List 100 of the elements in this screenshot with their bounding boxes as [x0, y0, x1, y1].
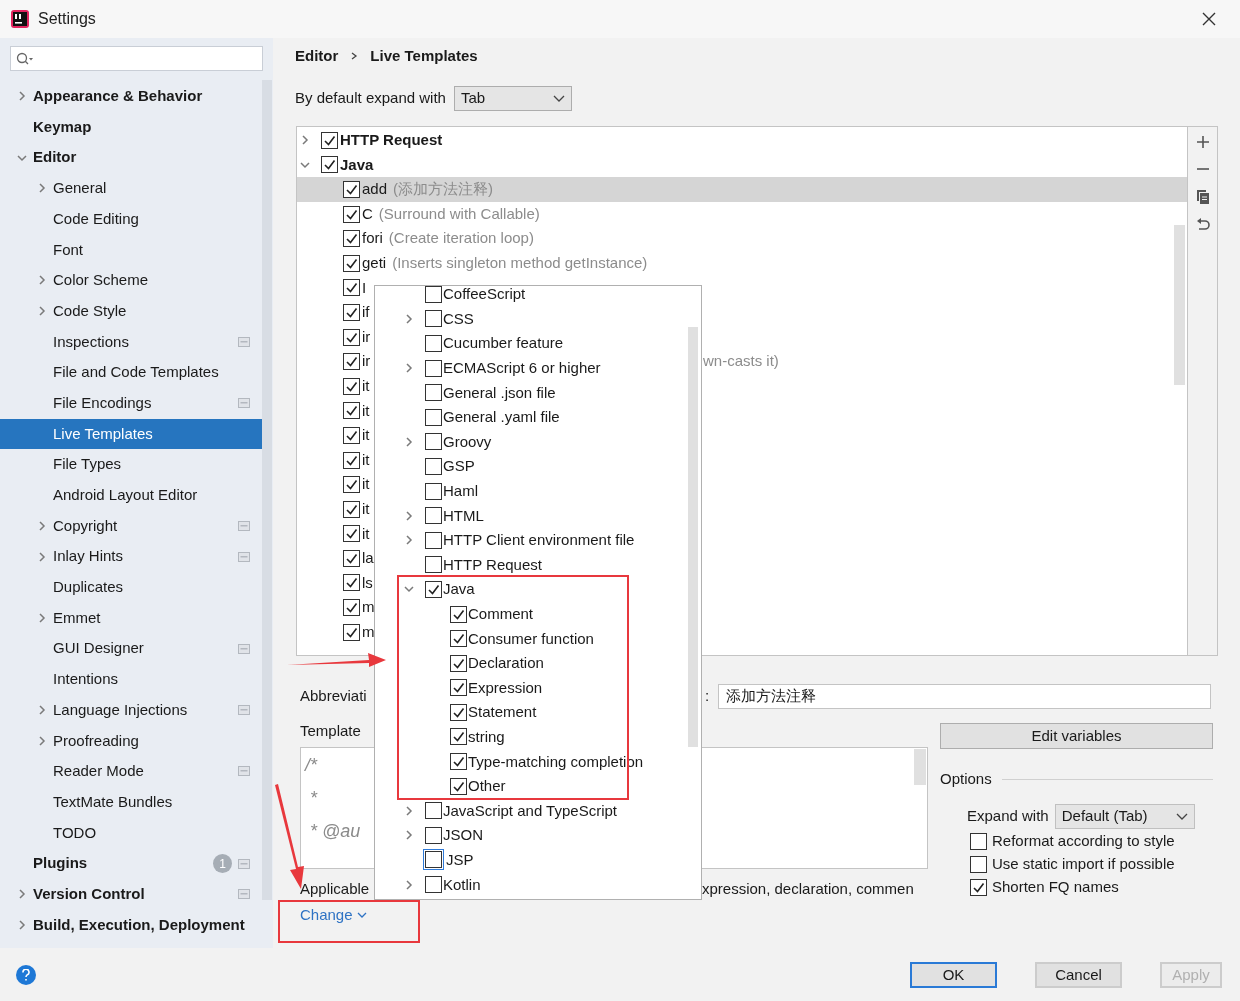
collapsed-chevron-icon[interactable]	[37, 551, 47, 562]
sidebar-item[interactable]: Inlay Hints	[0, 541, 262, 572]
item-label[interactable]: Duplicates	[53, 576, 250, 599]
checkbox[interactable]	[343, 525, 360, 543]
scrollbar[interactable]	[1174, 225, 1185, 385]
sidebar-item[interactable]: Reader Mode	[0, 756, 262, 787]
checkbox[interactable]	[970, 833, 987, 850]
context-item[interactable]: Expression	[468, 678, 543, 697]
context-item[interactable]: Statement	[468, 703, 537, 722]
item-label[interactable]: Copyright	[53, 514, 238, 538]
template-group-row[interactable]: HTTP Request	[297, 128, 1187, 153]
context-item[interactable]: JSP	[446, 850, 474, 869]
search-field[interactable]	[10, 46, 263, 71]
collapsed-chevron-icon[interactable]	[37, 520, 47, 531]
context-item[interactable]: JavaScript and TypeScript	[443, 801, 617, 820]
checkbox[interactable]	[343, 328, 360, 346]
help-icon[interactable]	[16, 964, 36, 985]
collapsed-chevron-icon[interactable]	[17, 91, 27, 102]
undo-icon[interactable]	[1195, 218, 1210, 232]
checkbox[interactable]	[425, 482, 442, 500]
item-label[interactable]: General	[53, 177, 250, 200]
checkbox[interactable]	[425, 384, 442, 402]
checkbox[interactable]	[425, 531, 442, 549]
sidebar-item[interactable]: Duplicates	[0, 572, 262, 603]
item-label[interactable]: Code Style	[53, 299, 250, 323]
checkbox[interactable]	[343, 623, 360, 641]
context-item[interactable]: HTTP Client environment file	[443, 531, 635, 550]
sidebar-item[interactable]: File and Code Templates	[0, 357, 262, 388]
collapsed-chevron-icon[interactable]	[37, 306, 47, 317]
checkbox[interactable]	[343, 451, 360, 469]
checkbox[interactable]	[343, 500, 360, 518]
checkbox[interactable]	[425, 310, 442, 328]
item-label[interactable]: Inspections	[53, 330, 238, 354]
sidebar-item[interactable]: Keymap	[0, 111, 262, 143]
collapsed-chevron-icon[interactable]	[300, 135, 310, 146]
checkbox[interactable]	[343, 426, 360, 444]
collapsed-chevron-icon[interactable]	[404, 313, 414, 324]
context-item[interactable]: CSS	[443, 309, 474, 328]
collapsed-chevron-icon[interactable]	[37, 275, 47, 286]
sidebar-item[interactable]: Inspections	[0, 326, 262, 358]
item-label[interactable]: Color Scheme	[53, 269, 250, 292]
collapsed-chevron-icon[interactable]	[37, 705, 47, 716]
sidebar-item[interactable]: GUI Designer	[0, 633, 262, 665]
context-item[interactable]: Consumer function	[468, 629, 594, 648]
collapsed-chevron-icon[interactable]	[37, 183, 47, 194]
checkbox[interactable]	[343, 254, 360, 272]
checkbox[interactable]	[425, 802, 442, 820]
checkbox[interactable]	[425, 359, 442, 377]
sidebar-item[interactable]: Color Scheme	[0, 265, 262, 296]
sidebar-item[interactable]: Android Layout Editor	[0, 479, 262, 511]
sidebar-item[interactable]: TextMate Bundles	[0, 786, 262, 818]
context-item[interactable]: Declaration	[468, 654, 544, 673]
edit-variables-button[interactable]: Edit variables	[940, 723, 1213, 749]
checkbox[interactable]	[450, 605, 467, 623]
context-item[interactable]: Groovy	[443, 432, 492, 451]
scrollbar[interactable]	[262, 80, 272, 900]
checkbox[interactable]	[343, 402, 360, 420]
group-label[interactable]: HTTP Request	[340, 129, 443, 152]
checkbox-label[interactable]: Use static import if possible	[992, 853, 1175, 876]
checkbox[interactable]	[450, 753, 467, 771]
checkbox-label[interactable]: Reformat according to style	[992, 830, 1175, 853]
sidebar-item[interactable]: Editor	[0, 142, 262, 174]
item-label[interactable]: Font	[53, 238, 250, 262]
dialog-button[interactable]: OK	[910, 961, 997, 988]
sidebar-item[interactable]: File Encodings	[0, 387, 262, 419]
context-item[interactable]: Comment	[468, 605, 534, 623]
checkbox-label[interactable]: Shorten FQ names	[992, 876, 1119, 899]
add-icon[interactable]	[1195, 135, 1210, 149]
checkbox[interactable]	[425, 876, 442, 894]
context-item[interactable]: GSP	[443, 457, 475, 476]
checkbox[interactable]	[450, 728, 467, 746]
item-label[interactable]: TODO	[53, 821, 250, 845]
item-label[interactable]: GUI Designer	[53, 637, 238, 660]
checkbox[interactable]	[425, 556, 442, 574]
sidebar-item[interactable]: Version Control	[0, 878, 262, 910]
close-icon[interactable]	[1202, 12, 1216, 26]
sidebar-item[interactable]: Emmet	[0, 602, 262, 634]
collapsed-chevron-icon[interactable]	[404, 436, 414, 447]
expanded-chevron-icon[interactable]	[300, 159, 310, 170]
item-label[interactable]: Reader Mode	[53, 760, 238, 783]
sidebar-item[interactable]: Plugins 1	[0, 848, 262, 879]
sidebar-item[interactable]: Intentions	[0, 664, 262, 695]
item-label[interactable]: Build, Execution, Deployment	[33, 913, 250, 937]
checkbox[interactable]	[343, 377, 360, 395]
collapsed-chevron-icon[interactable]	[404, 879, 414, 890]
context-item[interactable]: JSON	[443, 826, 483, 845]
context-item[interactable]: Cucumber feature	[443, 334, 564, 353]
checkbox[interactable]	[970, 879, 987, 896]
context-item[interactable]: Java	[443, 580, 475, 599]
expanded-chevron-icon[interactable]	[17, 152, 27, 163]
item-label[interactable]: Editor	[33, 146, 250, 169]
dialog-button[interactable]: Cancel	[1035, 961, 1122, 988]
context-item[interactable]: General .yaml file	[443, 408, 560, 427]
item-label[interactable]: Proofreading	[53, 729, 250, 753]
template-group-row[interactable]: Java	[297, 152, 1187, 178]
sidebar-item[interactable]: Language Injections	[0, 694, 262, 726]
abbreviation-field[interactable]: 添加方法注释	[718, 684, 1211, 709]
sidebar-item[interactable]: Build, Execution, Deployment	[0, 909, 262, 941]
item-label[interactable]: Plugins	[33, 852, 213, 875]
scrollbar[interactable]	[688, 327, 698, 747]
